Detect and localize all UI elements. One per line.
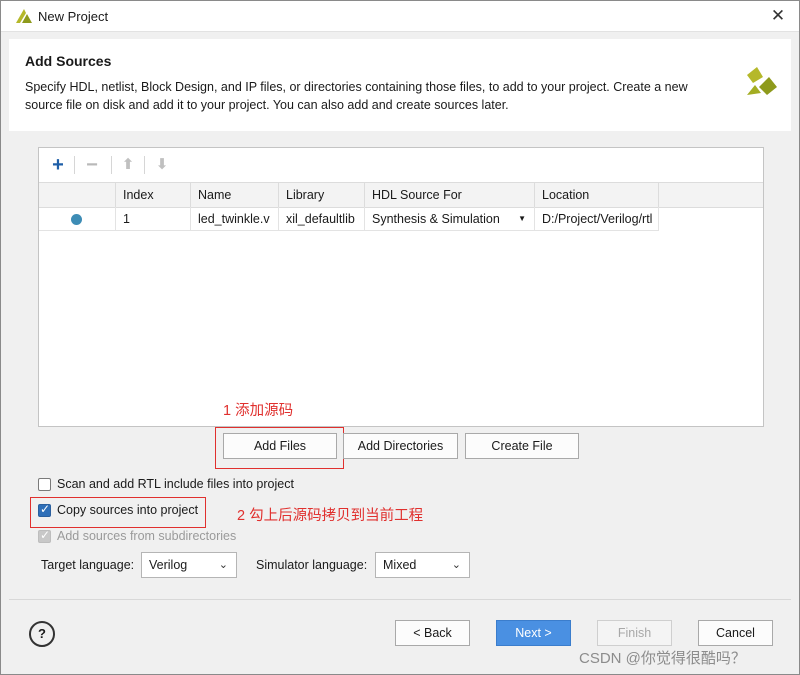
status-dot-icon [71,214,82,225]
toolbar-divider [144,156,145,174]
location-cell: D:/Project/Verilog/rtl [534,207,659,231]
page-header: Add Sources Specify HDL, netlist, Block … [9,39,791,131]
add-directories-button[interactable]: Add Directories [343,433,458,459]
sources-table-panel: + − ⬆ ⬇ Index Name Library HDL Source Fo… [38,147,764,427]
title-bar: New Project ✕ [1,1,799,32]
name-cell: led_twinkle.v [190,207,278,231]
annotation-step1: 1 添加源码 [223,403,294,419]
remove-source-icon[interactable]: − [81,154,103,176]
toolbar-divider [74,156,75,174]
toolbar-divider [111,156,112,174]
add-files-button[interactable]: Add Files [223,433,337,459]
dropdown-arrow-icon: ▼ [518,214,526,223]
library-cell[interactable]: xil_defaultlib [278,207,364,231]
simulator-language-value: Mixed [383,558,417,572]
footer-divider [9,599,791,600]
finish-button: Finish [597,620,672,646]
move-down-icon[interactable]: ⬇ [151,154,173,176]
vivado-logo-icon [747,67,777,95]
window-title: New Project [38,9,109,24]
table-row[interactable]: 1 led_twinkle.v xil_defaultlib Synthesis… [39,207,763,231]
status-cell [39,207,115,231]
back-button[interactable]: < Back [395,620,470,646]
table-header: Index Name Library HDL Source For Locati… [39,182,763,208]
column-header-library[interactable]: Library [278,183,364,207]
sources-toolbar: + − ⬆ ⬇ [39,148,763,182]
help-icon[interactable]: ? [29,621,55,647]
cancel-button[interactable]: Cancel [698,620,773,646]
column-header-name[interactable]: Name [190,183,278,207]
page-description: Specify HDL, netlist, Block Design, and … [25,80,688,112]
vivado-logo-icon [16,9,32,23]
scan-rtl-checkbox[interactable] [38,478,51,491]
annotation-step2: 2 勾上后源码拷贝到当前工程 [237,508,424,524]
add-source-icon[interactable]: + [47,154,69,176]
scan-rtl-label[interactable]: Scan and add RTL include files into proj… [57,477,294,491]
simulator-language-select[interactable]: Mixed ⌄ [375,552,470,578]
move-up-icon[interactable]: ⬆ [117,154,139,176]
column-header-status [39,183,115,207]
add-subdirs-label: Add sources from subdirectories [57,529,237,543]
copy-sources-checkbox[interactable] [38,502,51,517]
column-header-index[interactable]: Index [115,183,190,207]
target-language-value: Verilog [149,558,188,572]
simulator-language-label: Simulator language: [256,558,368,572]
next-button[interactable]: Next > [496,620,571,646]
hdl-source-for-value: Synthesis & Simulation [372,212,500,226]
page-title: Add Sources [25,53,112,69]
watermark-text: CSDN @你觉得很酷吗？ [579,650,746,667]
hdl-source-for-dropdown[interactable]: Synthesis & Simulation ▼ [364,207,534,231]
close-icon[interactable]: ✕ [767,5,789,27]
column-header-hdl-source-for[interactable]: HDL Source For [364,183,534,207]
column-header-location[interactable]: Location [534,183,659,207]
copy-sources-label[interactable]: Copy sources into project [57,503,198,517]
chevron-down-icon: ⌄ [451,559,461,571]
target-language-select[interactable]: Verilog ⌄ [141,552,237,578]
target-language-label: Target language: [41,558,135,572]
create-file-button[interactable]: Create File [465,433,579,459]
add-subdirs-checkbox [38,528,51,543]
chevron-down-icon: ⌄ [218,559,228,571]
index-cell: 1 [115,207,190,231]
new-project-dialog: New Project ✕ Add Sources Specify HDL, n… [0,0,800,675]
